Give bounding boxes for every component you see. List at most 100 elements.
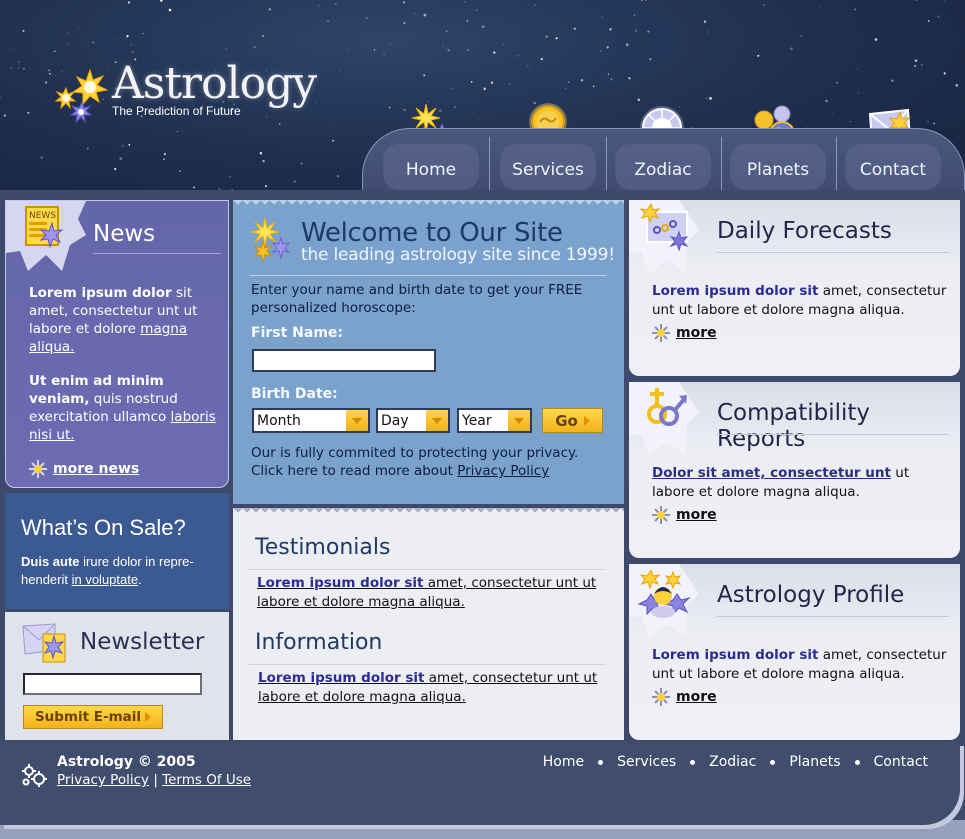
- star-dot: [854, 8, 857, 11]
- star-dot: [637, 98, 641, 102]
- star-dot: [119, 157, 122, 160]
- star-dot: [162, 7, 164, 8]
- star-dot: [800, 35, 802, 37]
- panel-body: Lorem ipsum dolor sit amet, consectetur …: [652, 282, 952, 320]
- star-dot: [647, 30, 650, 33]
- star-dot: [601, 16, 603, 19]
- privacy-line-2: Click here to read more about Privacy Po…: [251, 462, 611, 480]
- star-dot: [67, 31, 69, 33]
- arrow-right-icon: [583, 415, 590, 426]
- star-dot: [142, 32, 144, 35]
- news-item: Ut enim ad minim veniam, quis nostrud ex…: [29, 372, 224, 444]
- star-dot: [706, 97, 708, 99]
- star-dot: [259, 152, 263, 155]
- header: Astrology The Prediction of Future Home …: [0, 0, 965, 200]
- news-icon: NEWS: [6, 201, 86, 271]
- more-row: more: [652, 506, 717, 524]
- nav-zodiac[interactable]: Zodiac: [605, 129, 721, 194]
- star-dot: [78, 28, 80, 30]
- star-dot: [121, 144, 125, 147]
- star-dot: [3, 114, 7, 117]
- footer-privacy-link[interactable]: Privacy Policy: [57, 772, 149, 788]
- logo[interactable]: Astrology The Prediction of Future: [52, 58, 317, 130]
- footer-nav-services[interactable]: Services: [617, 754, 676, 770]
- star-dot: [339, 69, 340, 71]
- star-dot: [318, 5, 320, 6]
- news-item-bold: Lorem ipsum dolor: [29, 285, 172, 301]
- star-dot: [914, 64, 917, 67]
- nav-contact[interactable]: Contact: [835, 129, 951, 194]
- submit-email-button[interactable]: Submit E-mail: [23, 705, 163, 729]
- footer-terms-link[interactable]: Terms Of Use: [162, 772, 251, 788]
- star-dot: [592, 85, 595, 88]
- information-link[interactable]: Lorem ipsum dolor sit amet, consectetur …: [258, 669, 598, 707]
- go-button[interactable]: Go: [542, 408, 603, 433]
- star-dot: [131, 50, 134, 53]
- sale-link[interactable]: in voluptate: [72, 572, 139, 587]
- star-dot: [891, 79, 894, 82]
- star-dot: [610, 78, 613, 81]
- star-dot: [862, 113, 864, 115]
- star-dot: [53, 50, 56, 53]
- panel-lead-link[interactable]: Dolor sit amet, consectetur unt: [652, 465, 891, 481]
- star-dot: [336, 174, 339, 178]
- divider: [717, 616, 949, 617]
- go-label: Go: [555, 411, 578, 430]
- star-dot: [933, 122, 935, 125]
- star-dot: [534, 4, 536, 6]
- zigzag-border: [233, 508, 624, 516]
- chevron-down-icon: [432, 417, 442, 424]
- nav-planets[interactable]: Planets: [720, 129, 836, 194]
- newsletter-email-input[interactable]: [23, 673, 202, 695]
- star-dot: [940, 35, 941, 36]
- star-dot: [402, 1, 405, 4]
- sun-bullet-icon: [652, 688, 670, 706]
- day-select[interactable]: Day: [376, 408, 450, 433]
- first-name-input[interactable]: [252, 349, 436, 372]
- star-dot: [237, 150, 239, 152]
- more-news-link[interactable]: more news: [53, 460, 139, 478]
- more-link[interactable]: more: [676, 507, 717, 523]
- nav-services[interactable]: Services: [490, 129, 606, 194]
- nav-home[interactable]: Home: [373, 129, 489, 194]
- daily-forecasts-panel: Daily Forecasts Lorem ipsum dolor sit am…: [629, 200, 960, 376]
- star-dot: [253, 46, 256, 49]
- footer-nav: Home Services Zodiac Planets Contact: [543, 754, 928, 770]
- month-select[interactable]: Month: [252, 408, 370, 433]
- star-dot: [857, 92, 860, 94]
- footer: Astrology © 2005 Privacy Policy | Terms …: [0, 742, 960, 825]
- star-dot: [641, 0, 643, 2]
- news-item: Lorem ipsum dolor sit amet, consectetur …: [29, 284, 224, 356]
- news-body: Lorem ipsum dolor sit amet, consectetur …: [29, 284, 224, 478]
- star-dot: [706, 31, 708, 33]
- footer-legal-links: Privacy Policy | Terms Of Use: [57, 772, 251, 788]
- star-dot: [113, 37, 116, 39]
- footer-nav-planets[interactable]: Planets: [789, 754, 840, 770]
- panel-title: Compatibility Reports: [717, 400, 871, 452]
- bullet-separator: [690, 759, 696, 765]
- star-dot: [40, 156, 44, 159]
- nav-label: Planets: [746, 160, 810, 180]
- star-dot: [703, 20, 707, 23]
- logo-stars-icon: [54, 68, 109, 124]
- star-dot: [762, 26, 764, 28]
- star-dot: [114, 167, 117, 171]
- footer-nav-zodiac[interactable]: Zodiac: [709, 754, 756, 770]
- testimonial-link[interactable]: Lorem ipsum dolor sit amet, consectetur …: [257, 574, 597, 612]
- star-dot: [944, 0, 946, 2]
- star-dot: [699, 63, 700, 65]
- star-dot: [493, 51, 496, 54]
- star-dot: [937, 56, 939, 58]
- star-dot: [545, 35, 548, 38]
- year-select[interactable]: Year: [457, 408, 532, 433]
- info-panel: Testimonials Lorem ipsum dolor sit amet,…: [233, 508, 624, 740]
- more-link[interactable]: more: [676, 689, 717, 705]
- footer-nav-home[interactable]: Home: [543, 754, 584, 770]
- more-link[interactable]: more: [676, 325, 717, 341]
- star-dot: [831, 113, 833, 115]
- star-dot: [564, 87, 566, 89]
- privacy-policy-link[interactable]: Privacy Policy: [457, 463, 549, 479]
- star-dot: [264, 185, 267, 188]
- footer-nav-contact[interactable]: Contact: [874, 754, 928, 770]
- star-dot: [509, 83, 511, 85]
